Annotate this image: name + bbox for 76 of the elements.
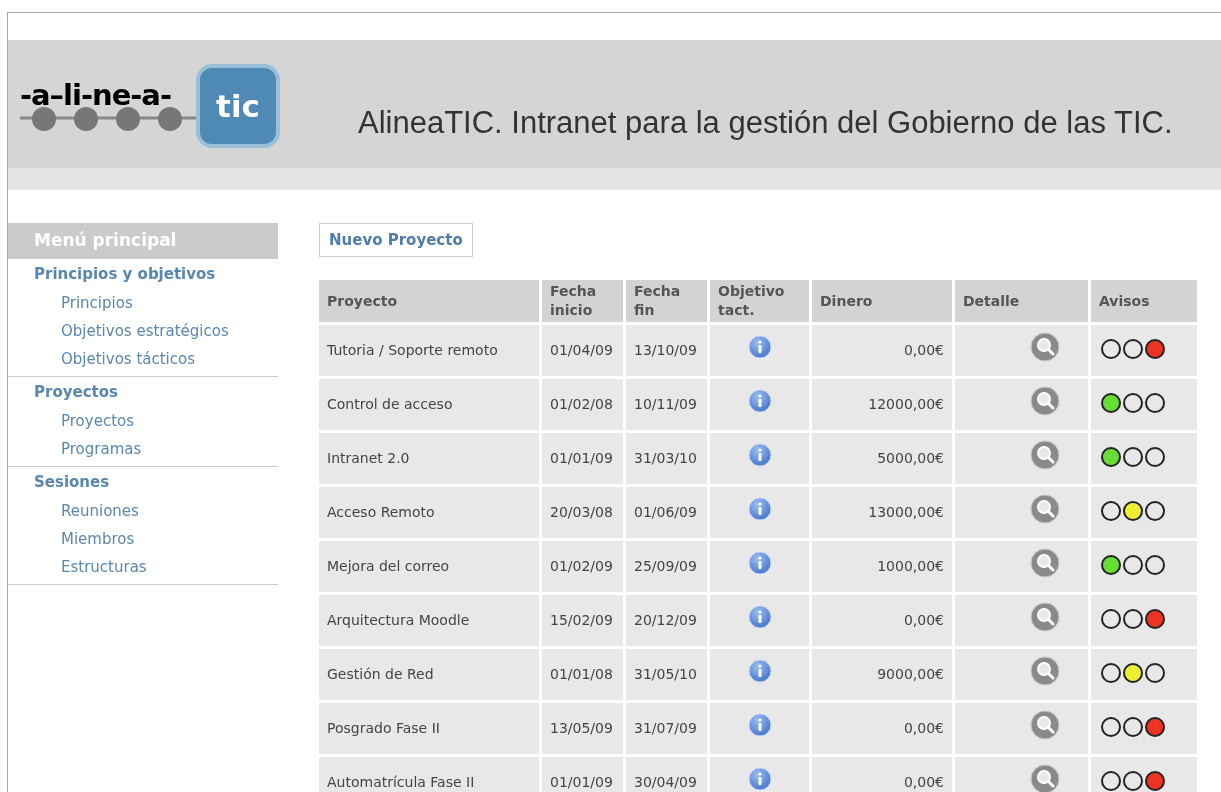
- sidebar-section[interactable]: Principios y objetivos: [8, 259, 278, 289]
- table-cell: 20/12/09: [626, 595, 707, 646]
- table-cell: 0,00€: [812, 325, 952, 376]
- column-header: Dinero: [812, 280, 952, 322]
- table-cell: 31/03/10: [626, 433, 707, 484]
- table-cell: Control de acceso: [319, 379, 539, 430]
- info-icon[interactable]: [747, 712, 772, 737]
- info-icon[interactable]: [747, 334, 772, 359]
- search-icon[interactable]: [1030, 493, 1060, 524]
- info-icon[interactable]: [747, 388, 772, 413]
- table-cell: 31/05/10: [626, 649, 707, 700]
- search-icon[interactable]: [1030, 547, 1060, 578]
- search-icon[interactable]: [1030, 601, 1060, 632]
- table-cell: Acceso Remoto: [319, 487, 539, 538]
- table-cell: Gestión de Red: [319, 649, 539, 700]
- table-cell: 13/10/09: [626, 325, 707, 376]
- table-cell: 01/02/08: [542, 379, 623, 430]
- table-cell: 30/04/09: [626, 757, 707, 792]
- info-icon[interactable]: [747, 550, 772, 575]
- logo-badge: tic: [196, 64, 280, 148]
- table-cell: 01/06/09: [626, 487, 707, 538]
- search-icon[interactable]: [1030, 763, 1060, 792]
- table-cell: 15/02/09: [542, 595, 623, 646]
- info-icon[interactable]: [747, 442, 772, 467]
- table-cell: 01/01/09: [542, 433, 623, 484]
- search-icon[interactable]: [1030, 385, 1060, 416]
- search-icon[interactable]: [1030, 439, 1060, 470]
- table-cell: 13000,00€: [812, 487, 952, 538]
- table-cell: Automatrícula Fase II: [319, 757, 539, 792]
- table-cell: Posgrado Fase II: [319, 703, 539, 754]
- info-icon[interactable]: [747, 496, 772, 521]
- sidebar-item[interactable]: Reuniones: [8, 497, 278, 525]
- table-cell: 01/02/09: [542, 541, 623, 592]
- sidebar-item[interactable]: Objetivos tácticos: [8, 345, 278, 373]
- sidebar-item[interactable]: Programas: [8, 435, 278, 463]
- table-cell: 01/01/09: [542, 757, 623, 792]
- table-cell: 0,00€: [812, 703, 952, 754]
- table-cell: 20/03/08: [542, 487, 623, 538]
- table-cell: 25/09/09: [626, 541, 707, 592]
- table-cell: 9000,00€: [812, 649, 952, 700]
- table-cell: 12000,00€: [812, 379, 952, 430]
- search-icon[interactable]: [1030, 709, 1060, 740]
- table-cell: 01/04/09: [542, 325, 623, 376]
- table-cell: Arquitectura Moodle: [319, 595, 539, 646]
- table-cell: 13/05/09: [542, 703, 623, 754]
- table-cell: 01/01/08: [542, 649, 623, 700]
- sidebar-section[interactable]: Sesiones: [8, 467, 278, 497]
- table-cell: 1000,00€: [812, 541, 952, 592]
- info-icon[interactable]: [747, 766, 772, 791]
- column-header: Fecha inicio: [542, 280, 623, 322]
- info-icon[interactable]: [747, 658, 772, 683]
- page-title: AlineaTIC. Intranet para la gestión del Gobierno de las TIC.: [358, 103, 1173, 142]
- sidebar-section[interactable]: Proyectos: [8, 377, 278, 407]
- search-icon[interactable]: [1030, 655, 1060, 686]
- column-header: Avisos: [1091, 280, 1197, 322]
- table-cell: 5000,00€: [812, 433, 952, 484]
- search-icon[interactable]: [1030, 331, 1060, 362]
- column-header: Objetivo tact.: [710, 280, 809, 322]
- column-header: Detalle: [955, 280, 1088, 322]
- new-project-button[interactable]: Nuevo Proyecto: [319, 223, 473, 257]
- table-cell: 31/07/09: [626, 703, 707, 754]
- table-cell: 10/11/09: [626, 379, 707, 430]
- column-header: Fecha fin: [626, 280, 707, 322]
- sidebar-item[interactable]: Miembros: [8, 525, 278, 553]
- sidebar-item[interactable]: Principios: [8, 289, 278, 317]
- sidebar-item[interactable]: Estructuras: [8, 553, 278, 581]
- column-header: Proyecto: [319, 280, 539, 322]
- table-cell: 0,00€: [812, 595, 952, 646]
- info-icon[interactable]: [747, 604, 772, 629]
- sidebar-item[interactable]: Objetivos estratégicos: [8, 317, 278, 345]
- table-cell: Intranet 2.0: [319, 433, 539, 484]
- table-cell: Mejora del correo: [319, 541, 539, 592]
- sidebar-item[interactable]: Proyectos: [8, 407, 278, 435]
- logo-text: -a–li-ne-a-: [20, 80, 172, 110]
- table-cell: Tutoria / Soporte remoto: [319, 325, 539, 376]
- table-cell: 0,00€: [812, 757, 952, 792]
